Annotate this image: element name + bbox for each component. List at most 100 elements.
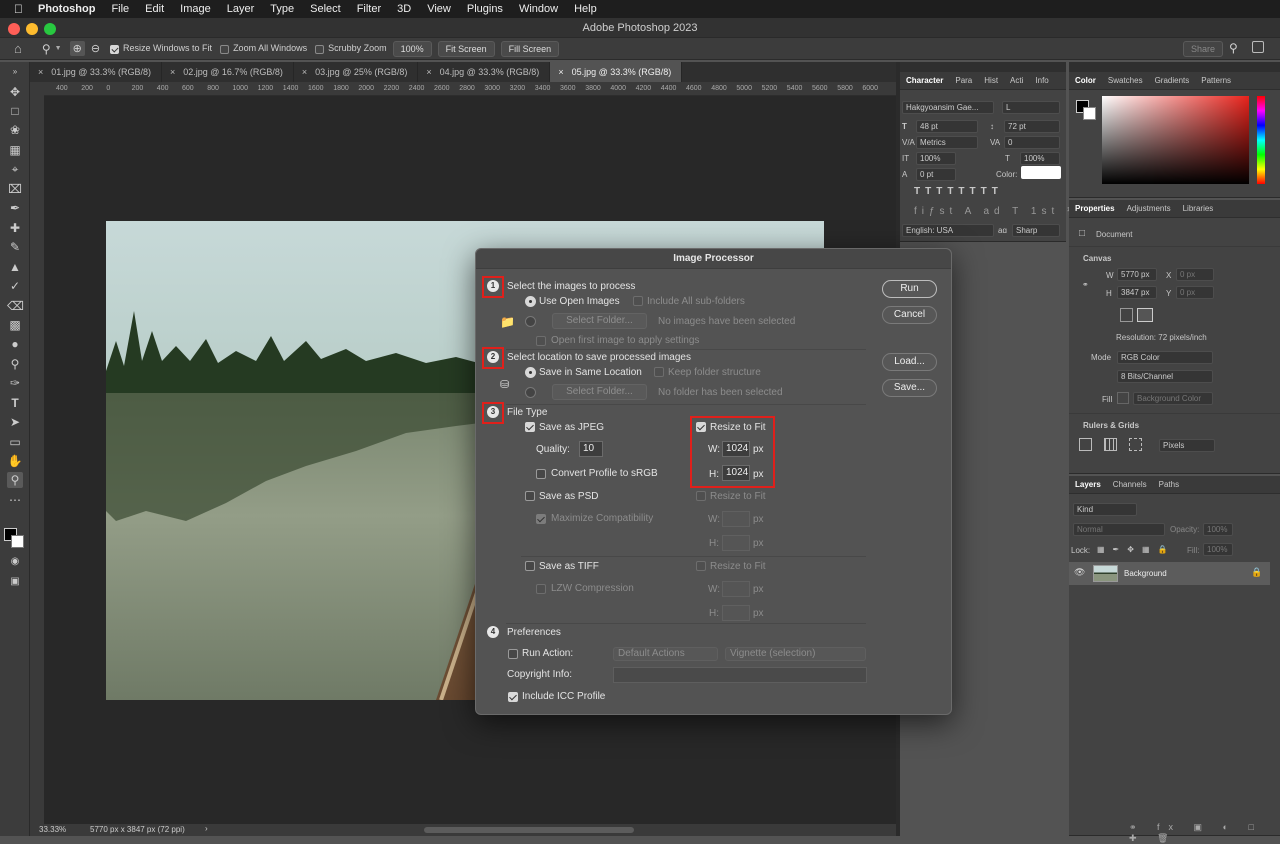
tracking-field[interactable]: 0 xyxy=(1004,136,1060,149)
font-style-select[interactable]: L xyxy=(1002,101,1060,114)
ruler-icon[interactable] xyxy=(1079,438,1092,451)
save-psd-checkbox[interactable] xyxy=(525,491,535,501)
workspace-icon[interactable] xyxy=(1252,41,1264,53)
crop-tool-icon[interactable]: ⌖ xyxy=(7,161,23,177)
marquee-tool-icon[interactable]: □ xyxy=(7,103,23,119)
zoom-all-option[interactable]: Zoom All Windows xyxy=(220,43,307,54)
tab-patterns[interactable]: Patterns xyxy=(1195,76,1237,85)
history-brush-tool-icon[interactable]: ✓ xyxy=(7,278,23,294)
baseline-shift-field[interactable]: 0 pt xyxy=(916,168,956,181)
search-icon[interactable]: ⚲ xyxy=(1229,41,1238,55)
zoom-in-icon[interactable]: ⊕ xyxy=(69,41,85,56)
psd-resize-checkbox[interactable] xyxy=(696,491,706,501)
move-tool-icon[interactable]: ✥ xyxy=(7,84,23,100)
eraser-tool-icon[interactable]: ⌫ xyxy=(7,298,24,314)
hue-slider[interactable] xyxy=(1257,96,1265,184)
ruler-units-select[interactable]: Pixels xyxy=(1159,439,1215,452)
eyedropper-tool-icon[interactable]: ✒ xyxy=(7,200,23,216)
dodge-tool-icon[interactable]: ⚲ xyxy=(7,356,23,372)
opentype-buttons[interactable]: fiƒst A ad T 1st ½ xyxy=(914,206,1080,217)
close-tab-icon[interactable]: × xyxy=(170,67,175,82)
guides-icon[interactable] xyxy=(1129,438,1142,451)
same-location-radio[interactable] xyxy=(525,367,536,378)
jpeg-height-field[interactable]: 1024 xyxy=(722,465,750,481)
icc-profile-checkbox[interactable] xyxy=(508,692,518,702)
type-tool-icon[interactable]: T xyxy=(7,395,23,411)
zoom-tool-icon[interactable]: ⚲ xyxy=(7,472,23,488)
close-tab-icon[interactable]: × xyxy=(302,67,307,82)
save-tiff-checkbox[interactable] xyxy=(525,561,535,571)
close-tab-icon[interactable]: × xyxy=(558,67,563,82)
doc-tab-active[interactable]: × 05.jpg @ 33.3% (RGB/8) xyxy=(550,62,683,82)
share-button[interactable]: Share xyxy=(1183,41,1224,57)
opacity-field[interactable]: 100% xyxy=(1203,523,1233,536)
tab-properties[interactable]: Properties xyxy=(1069,204,1121,213)
tab-layers[interactable]: Layers xyxy=(1069,480,1107,489)
path-select-tool-icon[interactable]: ➤ xyxy=(7,414,23,430)
kerning-field[interactable]: Metrics xyxy=(916,136,978,149)
canvas-height-field[interactable]: 3847 px xyxy=(1117,286,1157,299)
grid-icon[interactable] xyxy=(1104,438,1117,451)
background-color-swatch[interactable] xyxy=(11,535,24,548)
resize-windows-option[interactable]: Resize Windows to Fit xyxy=(110,43,212,54)
tab-character[interactable]: Character xyxy=(900,76,949,85)
menu-help[interactable]: Help xyxy=(574,3,597,15)
menu-3d[interactable]: 3D xyxy=(397,3,411,15)
tab-adjustments[interactable]: Adjustments xyxy=(1121,204,1177,213)
more-tools-icon[interactable]: ⋯ xyxy=(7,492,23,508)
menu-file[interactable]: File xyxy=(111,3,129,15)
horizontal-scale-field[interactable]: 100% xyxy=(1020,152,1060,165)
rectangle-tool-icon[interactable]: ▭ xyxy=(7,434,23,450)
tab-actions[interactable]: Acti xyxy=(1004,76,1029,85)
menu-layer[interactable]: Layer xyxy=(227,3,255,15)
horizontal-ruler[interactable]: 400 200 0 200 400 600 800 1000 1200 1400 1600 1800 2… xyxy=(44,82,896,96)
scrubby-checkbox[interactable] xyxy=(315,44,325,54)
text-color-swatch[interactable] xyxy=(1021,166,1061,179)
use-open-images-radio[interactable] xyxy=(525,296,536,307)
language-select[interactable]: English: USA xyxy=(902,224,994,237)
doc-tab[interactable]: × 02.jpg @ 16.7% (RGB/8) xyxy=(162,62,294,82)
copyright-field[interactable] xyxy=(613,667,867,683)
canvas-y-field[interactable]: 0 px xyxy=(1176,286,1214,299)
zoom-level[interactable]: 33.33% xyxy=(39,825,66,834)
menu-filter[interactable]: Filter xyxy=(357,3,381,15)
scrubby-option[interactable]: Scrubby Zoom xyxy=(315,43,387,54)
fill-screen-button[interactable]: Fill Screen xyxy=(500,40,560,57)
blur-tool-icon[interactable]: ● xyxy=(7,336,23,352)
layer-name[interactable]: Background xyxy=(1124,569,1167,578)
tiff-width-field[interactable] xyxy=(722,581,750,597)
chevron-down-icon[interactable]: ▼ xyxy=(55,45,62,52)
load-button[interactable]: Load... xyxy=(882,353,937,371)
lock-icons[interactable]: ▦✒✥▦🔒 xyxy=(1097,545,1175,554)
lzw-checkbox[interactable] xyxy=(536,584,546,594)
fill-swatch[interactable] xyxy=(1117,392,1129,404)
link-icon[interactable]: ⚭ xyxy=(1082,280,1089,289)
menu-view[interactable]: View xyxy=(427,3,451,15)
menu-window[interactable]: Window xyxy=(519,3,558,15)
menu-plugins[interactable]: Plugins xyxy=(467,3,503,15)
zoom-tool-icon[interactable]: ⚲ xyxy=(42,42,51,56)
vertical-scale-field[interactable]: 100% xyxy=(916,152,956,165)
cancel-button[interactable]: Cancel xyxy=(882,306,937,324)
select-save-folder-button[interactable]: Select Folder... xyxy=(552,384,647,400)
healing-tool-icon[interactable]: ✚ xyxy=(7,220,23,236)
color-field[interactable] xyxy=(1102,96,1249,184)
quality-field[interactable]: 10 xyxy=(579,441,603,457)
leading-field[interactable]: 72 pt xyxy=(1004,120,1060,133)
hand-tool-icon[interactable]: ✋ xyxy=(7,453,23,469)
doc-tab[interactable]: × 03.jpg @ 25% (RGB/8) xyxy=(294,62,419,82)
tab-paths[interactable]: Paths xyxy=(1153,480,1185,489)
include-subfolders-checkbox[interactable] xyxy=(633,296,643,306)
brush-tool-icon[interactable]: ✎ xyxy=(7,239,23,255)
tab-gradients[interactable]: Gradients xyxy=(1149,76,1196,85)
tab-history[interactable]: Hist xyxy=(978,76,1004,85)
fill-select[interactable]: Background Color xyxy=(1133,392,1213,405)
zoom-out-icon[interactable]: ⊖ xyxy=(91,42,100,55)
menu-app[interactable]: Photoshop xyxy=(38,3,95,15)
object-select-tool-icon[interactable]: ▦ xyxy=(7,142,23,158)
menu-type[interactable]: Type xyxy=(270,3,294,15)
color-mode-select[interactable]: RGB Color xyxy=(1117,351,1213,364)
layer-filter-select[interactable]: Kind xyxy=(1073,503,1137,516)
canvas-width-field[interactable]: 5770 px xyxy=(1117,268,1157,281)
frame-tool-icon[interactable]: ⌧ xyxy=(7,181,23,197)
